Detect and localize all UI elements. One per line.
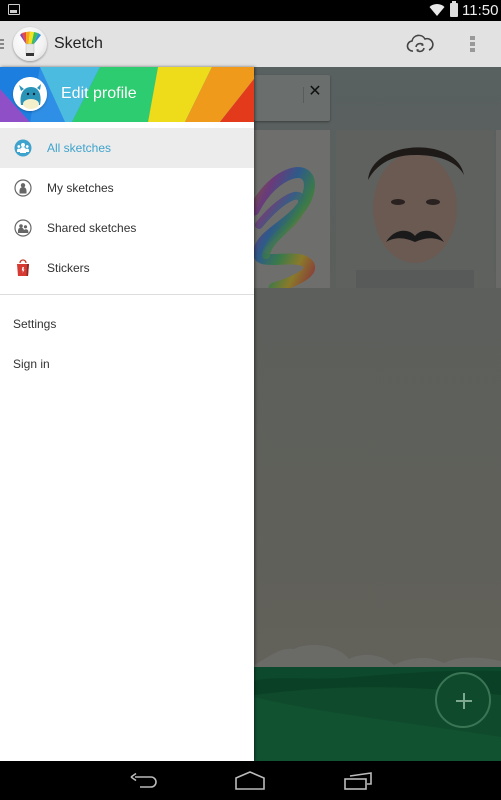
drawer-item-label: Sign in [13,357,50,371]
app-title: Sketch [54,35,103,52]
drawer-item-shared-sketches[interactable]: Shared sketches [0,208,254,248]
banner-card: ✕ [254,75,330,121]
main-content: ✕ [254,67,501,761]
notification-image-icon [8,4,20,15]
cloud-sync-icon[interactable] [406,33,434,55]
drawer-secondary-list: Settings Sign in [0,302,254,382]
battery-icon [450,1,458,17]
sketch-brush-logo[interactable] [13,27,47,61]
photo-thumbnail[interactable] [336,130,494,288]
overflow-menu-icon[interactable] [470,36,476,54]
system-nav-bar [0,761,501,800]
person-icon [14,179,32,197]
screen: 11:50 Sketch ✕ Edit profile All sketches… [0,0,501,800]
edit-profile-label[interactable]: Edit profile [61,85,137,103]
clock: 11:50 [462,2,499,19]
drawer-header[interactable]: Edit profile [0,67,254,122]
monster-avatar-icon[interactable] [13,77,47,111]
shopping-bag-icon [17,259,29,276]
drawer-item-all-sketches[interactable]: All sketches [0,128,254,168]
action-bar: Sketch [0,21,501,67]
status-bar: 11:50 [0,0,501,21]
menu-lines-icon[interactable] [0,39,4,49]
drawer-item-label: All sketches [47,141,112,155]
sketch-thumbnail[interactable] [254,130,330,288]
add-sketch-button[interactable] [435,672,491,728]
navigation-drawer: Edit profile All sketches My sketches Sh… [0,67,254,761]
banner-divider [303,87,304,103]
thumbnail-edge [496,130,501,288]
group-icon [14,139,32,157]
drawer-divider [0,294,254,295]
shared-people-icon [14,219,32,237]
close-icon[interactable]: ✕ [306,83,324,101]
drawer-item-settings[interactable]: Settings [0,302,254,342]
drawer-list: All sketches My sketches Shared sketches… [0,128,254,288]
back-icon[interactable] [129,772,159,790]
wifi-icon [429,4,445,17]
drawer-item-my-sketches[interactable]: My sketches [0,168,254,208]
drawer-item-label: Stickers [47,261,90,275]
drawer-item-stickers[interactable]: Stickers [0,248,254,288]
drawer-item-label: My sketches [47,181,114,195]
recents-icon[interactable] [343,771,373,791]
drawer-item-sign-in[interactable]: Sign in [0,342,254,382]
drawer-item-label: Settings [13,317,57,331]
drawer-item-label: Shared sketches [47,221,137,235]
home-icon[interactable] [234,771,266,791]
